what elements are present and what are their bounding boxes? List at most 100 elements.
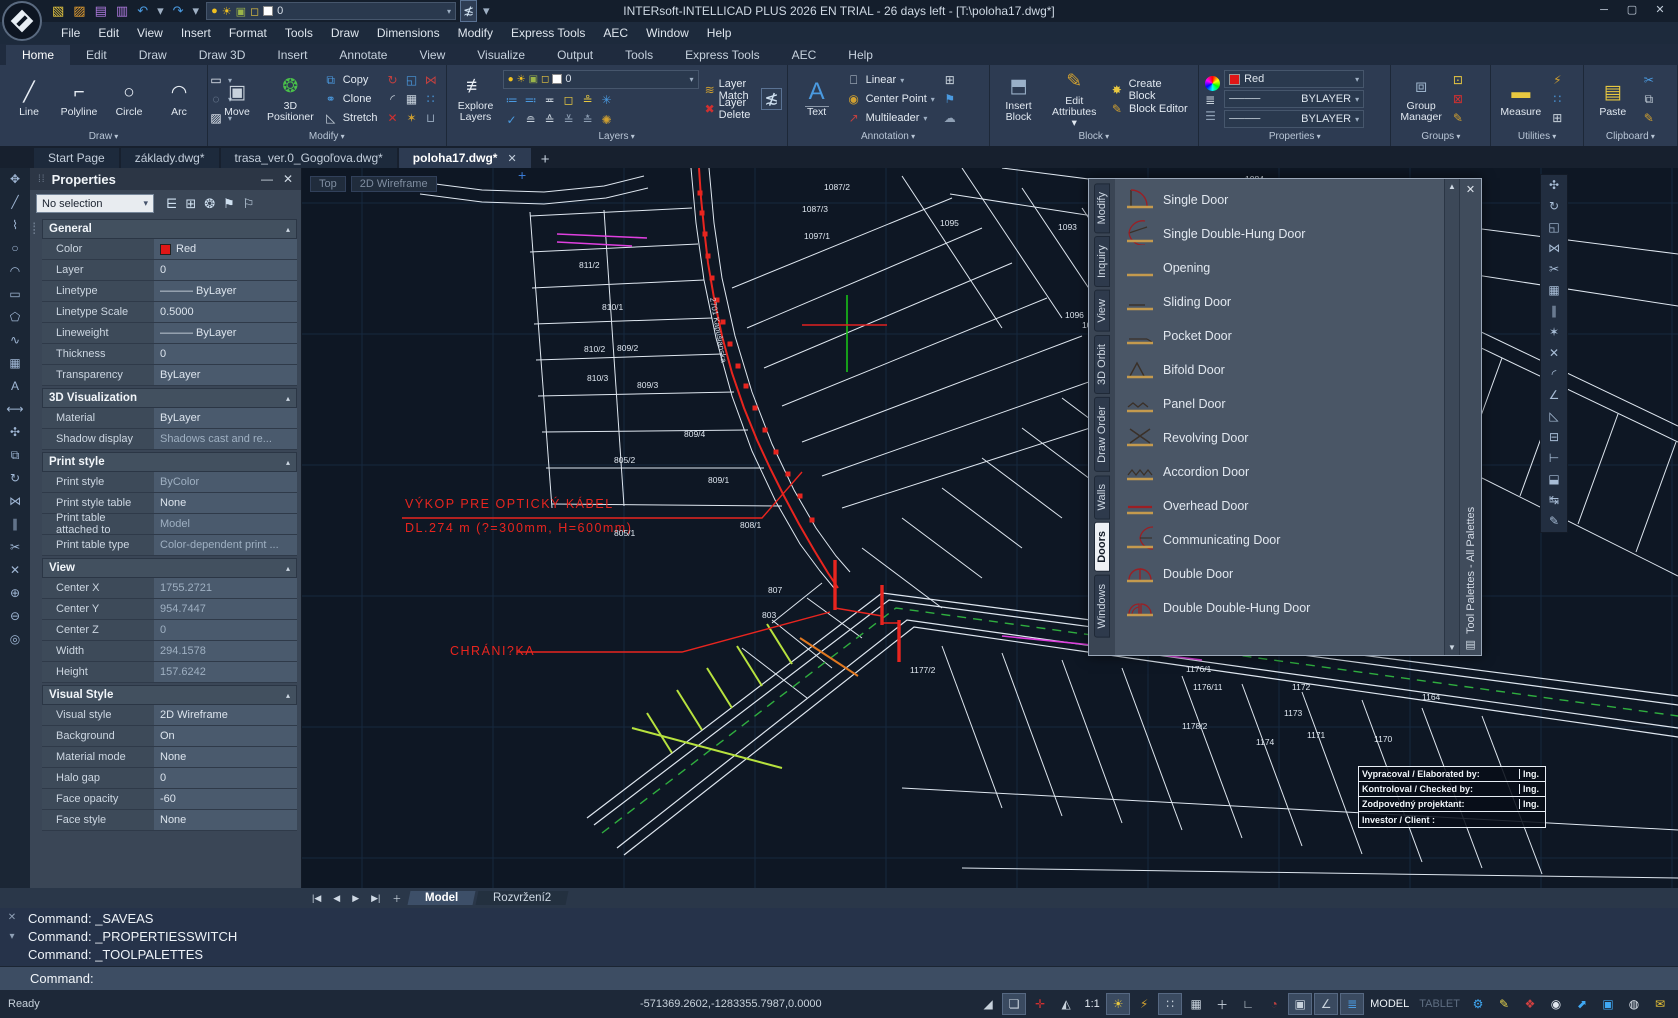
edit-icon[interactable]: ✎ <box>1549 515 1559 528</box>
clean-screen-icon[interactable]: ◍ <box>1622 993 1646 1015</box>
palette-item-double-double-hung-door[interactable]: Double Double-Hung Door <box>1117 591 1442 625</box>
ribbon-tab-output[interactable]: Output <box>541 45 609 65</box>
polygon-icon[interactable]: ⬠ <box>10 310 20 324</box>
ribbon-tab-express-tools[interactable]: Express Tools <box>669 45 775 65</box>
palette-item-opening[interactable]: Opening <box>1117 251 1442 285</box>
arc-icon[interactable]: ◠ <box>10 264 20 278</box>
copy-button[interactable]: ⧉Copy <box>321 72 380 89</box>
layout-tab-model[interactable]: Model <box>408 891 476 905</box>
panel-label-modify[interactable]: Modify <box>208 131 446 146</box>
redo-icon[interactable]: ↷ <box>171 1 186 21</box>
palette-close-icon[interactable]: ✕ <box>1466 179 1475 200</box>
open-icon[interactable]: ▨ <box>71 1 87 21</box>
collapse-icon[interactable]: ▴ <box>286 394 290 403</box>
layer-combo[interactable]: ●☀▣◻0▾ <box>503 70 699 89</box>
chevron-down-icon[interactable]: ▾ <box>447 7 451 16</box>
arc-button[interactable]: ◠Arc <box>156 80 202 119</box>
crosshair-color-icon[interactable]: ✛ <box>1028 993 1052 1015</box>
color-wheel-icon[interactable] <box>1205 76 1220 91</box>
line-button[interactable]: ╱Line <box>6 80 52 119</box>
block-editor-button[interactable]: ✎Block Editor <box>1107 100 1192 117</box>
zoom-in-icon[interactable]: ⊕ <box>10 586 20 600</box>
menu-insert[interactable]: Insert <box>172 24 220 42</box>
property-value[interactable]: ——— ByLayer <box>154 323 297 343</box>
layer-on-icon[interactable]: ● <box>211 5 218 17</box>
group-edit-icon[interactable]: ✎ <box>1449 109 1467 127</box>
layer-new-icon[interactable]: ≔ <box>503 91 521 109</box>
group-remove-icon[interactable]: ⊠ <box>1449 90 1467 108</box>
menu-draw[interactable]: Draw <box>322 24 368 42</box>
copy-clip-icon[interactable]: ⧉ <box>1640 90 1658 108</box>
user-icon[interactable]: ◉ <box>1544 993 1568 1015</box>
polar-icon[interactable]: ◔ <box>1262 993 1286 1015</box>
section-header[interactable]: Print style▴ <box>42 452 297 472</box>
property-value[interactable]: 2D Wireframe <box>154 705 297 725</box>
etrack-icon[interactable]: ∠ <box>1314 993 1338 1015</box>
save-as-icon[interactable]: ▥ <box>114 1 130 21</box>
select-icon[interactable]: ✥ <box>10 172 20 186</box>
menu-format[interactable]: Format <box>220 24 276 42</box>
fillet-icon[interactable]: ◜ <box>384 90 402 108</box>
palette-properties-icon[interactable]: ▤ <box>1465 634 1475 655</box>
minimize-button[interactable]: ─ <box>1590 0 1618 20</box>
selection-dropdown[interactable]: No selection ▾ <box>36 194 154 213</box>
erase-icon[interactable]: ✕ <box>10 563 20 577</box>
property-value[interactable]: 1755.2721 <box>154 578 297 598</box>
layout-tab-rozvržení2[interactable]: Rozvržení2 <box>475 891 568 905</box>
funnel2-icon[interactable]: ⚐ <box>243 196 255 212</box>
ribbon-tab-annotate[interactable]: Annotate <box>323 45 403 65</box>
esnap-icon[interactable]: ▣ <box>1288 993 1312 1015</box>
erase-icon[interactable]: ✕ <box>384 109 402 127</box>
collapse-icon[interactable]: ▴ <box>286 225 290 234</box>
palette-tab-view[interactable]: View <box>1094 290 1110 332</box>
property-value[interactable]: 157.6242 <box>154 662 297 682</box>
mirror-icon[interactable]: ⋈ <box>422 71 440 89</box>
rotate-icon[interactable]: ↻ <box>384 71 402 89</box>
text-icon[interactable]: A <box>11 379 19 393</box>
group-manager-button[interactable]: ⧈Group Manager <box>1397 74 1444 124</box>
ribbon-tab-tools[interactable]: Tools <box>609 45 669 65</box>
menu-aec[interactable]: AEC <box>594 24 637 42</box>
panel-label-layers[interactable]: Layers <box>447 131 787 146</box>
menu-tools[interactable]: Tools <box>276 24 322 42</box>
close-command-icon[interactable]: ✕ <box>8 912 16 923</box>
funnel-icon[interactable]: ⚑ <box>223 196 235 212</box>
app-logo-icon[interactable] <box>2 1 42 41</box>
property-value[interactable]: ——— ByLayer <box>154 281 297 301</box>
palette-tab-draw-order[interactable]: Draw Order <box>1094 397 1110 472</box>
rotate-icon[interactable]: ↻ <box>10 471 20 485</box>
annotation-monitor-icon[interactable]: ❏ <box>1002 993 1026 1015</box>
layer-dim-icon[interactable]: ≛ <box>579 111 597 129</box>
annotation-edit-icon[interactable]: ✎ <box>1492 993 1516 1015</box>
ribbon-tab-draw[interactable]: Draw <box>123 45 183 65</box>
menu-view[interactable]: View <box>128 24 172 42</box>
property-value[interactable]: On <box>154 726 297 746</box>
layer-merge-icon[interactable]: ≙ <box>541 111 559 129</box>
palette-item-single-double-hung-door[interactable]: Single Double-Hung Door <box>1117 217 1442 251</box>
cut-icon[interactable]: ✂ <box>1549 263 1559 276</box>
property-value[interactable]: None <box>154 747 297 767</box>
table-icon[interactable]: ⊞ <box>941 71 959 89</box>
layer-lock-icon[interactable]: ◻ <box>250 5 259 18</box>
undo-dropdown-icon[interactable]: ▾ <box>155 1 166 21</box>
chamfer-icon[interactable]: ∠ <box>1549 389 1560 402</box>
property-value[interactable]: 0 <box>154 620 297 640</box>
measure-button[interactable]: ▬Measure <box>1497 80 1544 119</box>
property-value[interactable]: 0 <box>154 260 297 280</box>
layer-delete-button[interactable]: ✖Layer Delete <box>703 100 759 117</box>
extend-icon[interactable]: ⊢ <box>1549 452 1559 465</box>
menu-express-tools[interactable]: Express Tools <box>502 24 594 42</box>
snap-grid-icon[interactable]: ∷ <box>1158 993 1182 1015</box>
move-icon[interactable]: ✣ <box>1549 179 1559 192</box>
ribbon-tab-aec[interactable]: AEC <box>776 45 833 65</box>
stretch-button[interactable]: ◺Stretch <box>321 110 380 127</box>
ribbon-tab-insert[interactable]: Insert <box>261 45 323 65</box>
palette-close-icon[interactable]: ✕ <box>283 172 293 186</box>
quick-layer-combo[interactable]: ●☀▣◻0▾ <box>206 2 456 20</box>
maximize-button[interactable]: ▢ <box>1618 0 1646 20</box>
linetype-combo[interactable]: ────BYLAYER▾ <box>1224 110 1364 128</box>
layer-page-icon[interactable]: ▣ <box>236 5 246 18</box>
grid2-icon[interactable]: ∷ <box>422 90 440 108</box>
redo-dropdown-icon[interactable]: ▾ <box>191 1 202 21</box>
workspace-icon[interactable]: ▣ <box>1596 993 1620 1015</box>
